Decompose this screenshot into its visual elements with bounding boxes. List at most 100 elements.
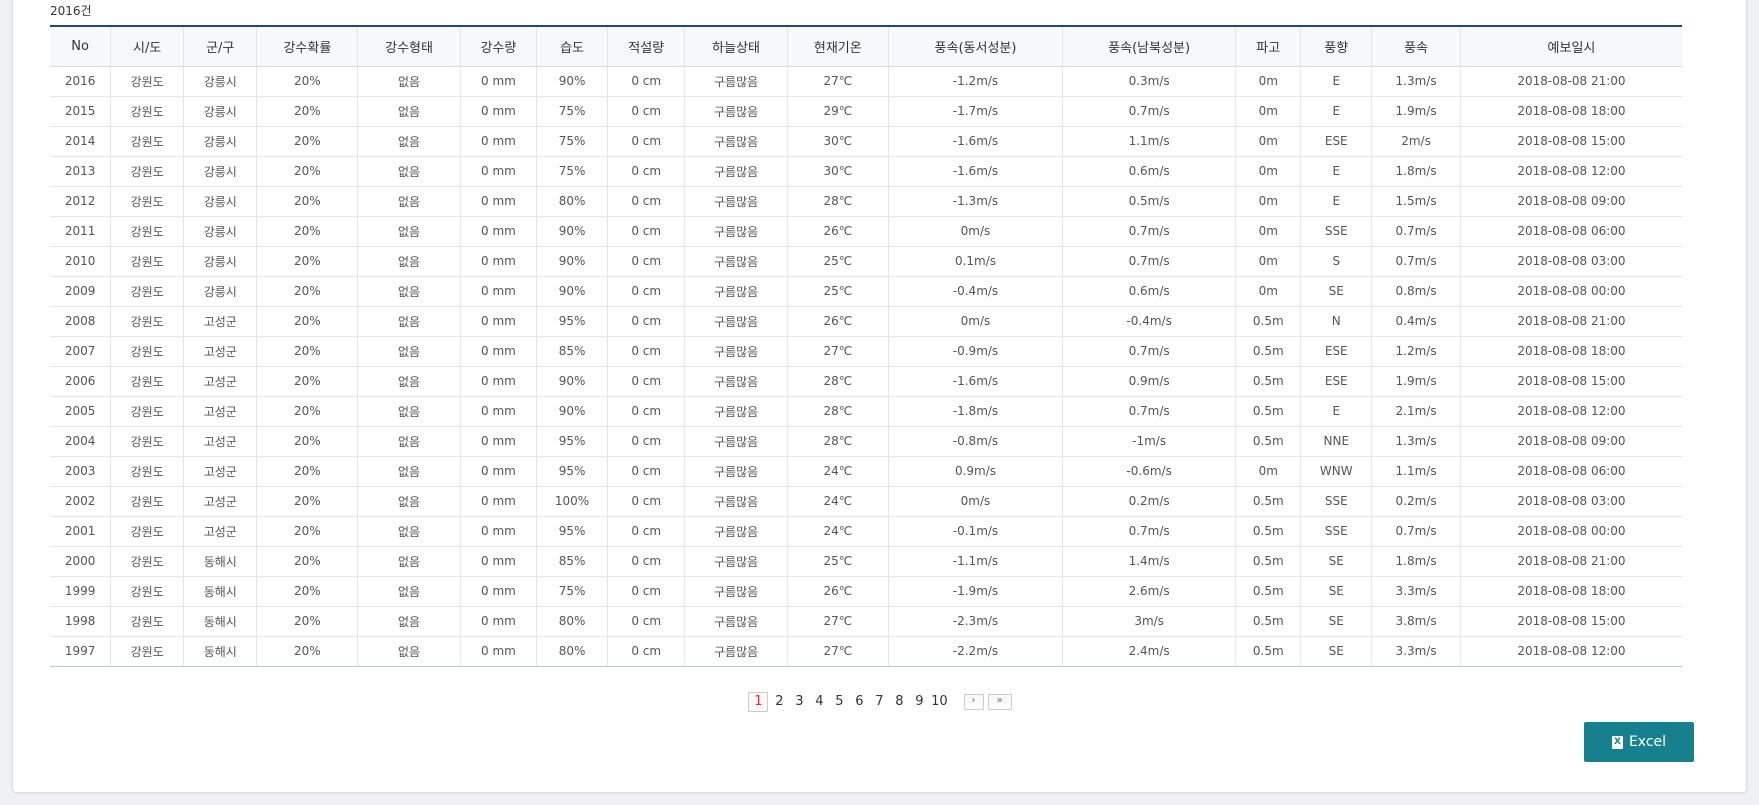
table-cell: 0 mm (459, 66, 537, 97)
table-cell: 강원도 (110, 456, 184, 487)
table-cell: -1.9m/s (887, 576, 1063, 607)
table-row[interactable]: 2010 강원도 강릉시 20% 없음 0 mm 90% 0 cm 구름많음 25℃ 0.1m/s 0… (50, 246, 1682, 277)
table-cell: 구름많음 (684, 576, 788, 607)
table-cell: 없음 (357, 66, 461, 97)
table-row[interactable]: 1998 강원도 동해시 20% 없음 0 mm 80% 0 cm 구름많음 27℃ -2.3m/s… (50, 606, 1682, 637)
table-cell: 3.3m/s (1371, 636, 1461, 667)
table-cell: 0 mm (459, 336, 537, 367)
table-cell: 0 cm (606, 216, 685, 247)
table-row[interactable]: 2002 강원도 고성군 20% 없음 0 mm 100% 0 cm 구름많음 24℃ 0m/s 0.… (50, 486, 1682, 517)
table-cell: 2002 (50, 486, 111, 517)
table-cell: 95% (536, 306, 608, 337)
table-cell: 2018-08-08 18:00 (1459, 576, 1682, 607)
table-cell: 3m/s (1062, 606, 1236, 637)
table-row[interactable]: 2004 강원도 고성군 20% 없음 0 mm 95% 0 cm 구름많음 28℃ -0.8m/s… (50, 426, 1682, 457)
page-10-link[interactable]: 10 (930, 693, 948, 711)
table-cell: 없음 (357, 306, 461, 337)
table-header-row: No 시/도 군/구 강수확률 강수형태 강수량 습도 적설량 하늘상태 현재기온 풍속(동서성분)… (50, 25, 1682, 67)
next-page-button[interactable]: › (963, 693, 984, 710)
table-cell: 0m (1235, 456, 1301, 487)
table-cell: 구름많음 (684, 276, 788, 307)
table-row[interactable]: 1997 강원도 동해시 20% 없음 0 mm 80% 0 cm 구름많음 27℃ -2.2m/s… (50, 636, 1682, 667)
table-row[interactable]: 2015 강원도 강릉시 20% 없음 0 mm 75% 0 cm 구름많음 29℃ -1.7m/s… (50, 96, 1682, 127)
table-cell: 2018-08-08 18:00 (1459, 96, 1682, 127)
table-cell: 20% (256, 516, 358, 547)
table-cell: 0 cm (606, 636, 685, 667)
page-8-link[interactable]: 8 (890, 693, 908, 711)
table-cell: 없음 (357, 156, 461, 187)
table-cell: 20% (256, 246, 358, 277)
table-cell: 강원도 (110, 186, 184, 217)
table-cell: 강원도 (110, 126, 184, 157)
table-row[interactable]: 2006 강원도 고성군 20% 없음 0 mm 90% 0 cm 구름많음 28℃ -1.6m/s… (50, 366, 1682, 397)
excel-export-button[interactable]: X Excel (1584, 722, 1694, 762)
table-row[interactable]: 2005 강원도 고성군 20% 없음 0 mm 90% 0 cm 구름많음 28℃ -1.8m/s… (50, 396, 1682, 427)
table-cell: WNW (1300, 456, 1372, 487)
table-row[interactable]: 2009 강원도 강릉시 20% 없음 0 mm 90% 0 cm 구름많음 25℃ -0.4m/s… (50, 276, 1682, 307)
table-cell: 2018-08-08 09:00 (1459, 186, 1682, 217)
table-cell: 0.7m/s (1371, 516, 1461, 547)
table-cell: -2.3m/s (887, 606, 1063, 637)
table-cell: 0 cm (606, 486, 685, 517)
table-row[interactable]: 2013 강원도 강릉시 20% 없음 0 mm 75% 0 cm 구름많음 30℃ -1.6m/s… (50, 156, 1682, 187)
page-7-link[interactable]: 7 (870, 693, 888, 711)
table-row[interactable]: 2000 강원도 동해시 20% 없음 0 mm 85% 0 cm 구름많음 25℃ -1.1m/s… (50, 546, 1682, 577)
table-cell: 강릉시 (183, 186, 257, 217)
table-cell: 20% (256, 276, 358, 307)
excel-file-icon: X (1611, 735, 1623, 749)
table-cell: 없음 (357, 576, 461, 607)
table-cell: 0.2m/s (1062, 486, 1236, 517)
table-row[interactable]: 2001 강원도 고성군 20% 없음 0 mm 95% 0 cm 구름많음 24℃ -0.1m/s… (50, 516, 1682, 547)
page-4-link[interactable]: 4 (810, 693, 828, 711)
page-1-link[interactable]: 1 (748, 692, 769, 712)
table-cell: 20% (256, 456, 358, 487)
table-cell: 0 cm (606, 66, 685, 97)
table-cell: 구름많음 (684, 126, 788, 157)
table-cell: 구름많음 (684, 366, 788, 397)
table-row[interactable]: 2014 강원도 강릉시 20% 없음 0 mm 75% 0 cm 구름많음 30℃ -1.6m/s… (50, 126, 1682, 157)
table-row[interactable]: 2007 강원도 고성군 20% 없음 0 mm 85% 0 cm 구름많음 27℃ -0.9m/s… (50, 336, 1682, 367)
table-cell: SE (1300, 276, 1372, 307)
page-2-link[interactable]: 2 (770, 693, 788, 711)
table-cell: 0m (1235, 216, 1301, 247)
table-cell: 0 cm (606, 426, 685, 457)
chevron-right-icon: › (971, 694, 976, 706)
page-9-link[interactable]: 9 (910, 693, 928, 711)
table-cell: 구름많음 (684, 516, 788, 547)
table-cell: -0.9m/s (887, 336, 1063, 367)
table-cell: 0 cm (606, 576, 685, 607)
table-row[interactable]: 1999 강원도 동해시 20% 없음 0 mm 75% 0 cm 구름많음 26℃ -1.9m/s… (50, 576, 1682, 607)
table-cell: 0.2m/s (1371, 486, 1461, 517)
last-page-button[interactable]: » (987, 693, 1012, 710)
table-cell: 26℃ (786, 306, 889, 337)
table-cell: 0.8m/s (1371, 276, 1461, 307)
table-cell: 20% (256, 486, 358, 517)
table-row[interactable]: 2012 강원도 강릉시 20% 없음 0 mm 80% 0 cm 구름많음 28℃ -1.3m/s… (50, 186, 1682, 217)
table-cell: 2018-08-08 00:00 (1459, 516, 1682, 547)
table-cell: 0.7m/s (1062, 246, 1236, 277)
table-cell: 1.3m/s (1371, 426, 1461, 457)
table-cell: 고성군 (183, 456, 257, 487)
table-cell: 강원도 (110, 276, 184, 307)
page-5-link[interactable]: 5 (830, 693, 848, 711)
table-cell: SSE (1300, 516, 1372, 547)
table-row[interactable]: 2016 강원도 강릉시 20% 없음 0 mm 90% 0 cm 구름많음 27℃ -1.2m/s… (50, 66, 1682, 97)
table-cell: 0.7m/s (1371, 246, 1461, 277)
table-cell: 20% (256, 126, 358, 157)
page-3-link[interactable]: 3 (790, 693, 808, 711)
table-cell: 구름많음 (684, 186, 788, 217)
table-row[interactable]: 2011 강원도 강릉시 20% 없음 0 mm 90% 0 cm 구름많음 26℃ 0m/s 0.7… (50, 216, 1682, 247)
table-cell: 2018-08-08 12:00 (1459, 636, 1682, 667)
table-cell: -1m/s (1062, 426, 1236, 457)
table-cell: -1.7m/s (887, 96, 1063, 127)
table-cell: 1.4m/s (1062, 546, 1236, 577)
page-6-link[interactable]: 6 (850, 693, 868, 711)
table-cell: 90% (536, 396, 608, 427)
table-cell: 27℃ (786, 606, 889, 637)
table-cell: 20% (256, 636, 358, 667)
table-row[interactable]: 2008 강원도 고성군 20% 없음 0 mm 95% 0 cm 구름많음 26℃ 0m/s -0.… (50, 306, 1682, 337)
table-cell: 0.4m/s (1371, 306, 1461, 337)
table-row[interactable]: 2003 강원도 고성군 20% 없음 0 mm 95% 0 cm 구름많음 24℃ 0.9m/s -… (50, 456, 1682, 487)
table-cell: 0.5m (1235, 576, 1301, 607)
table-cell: 0m (1235, 156, 1301, 187)
